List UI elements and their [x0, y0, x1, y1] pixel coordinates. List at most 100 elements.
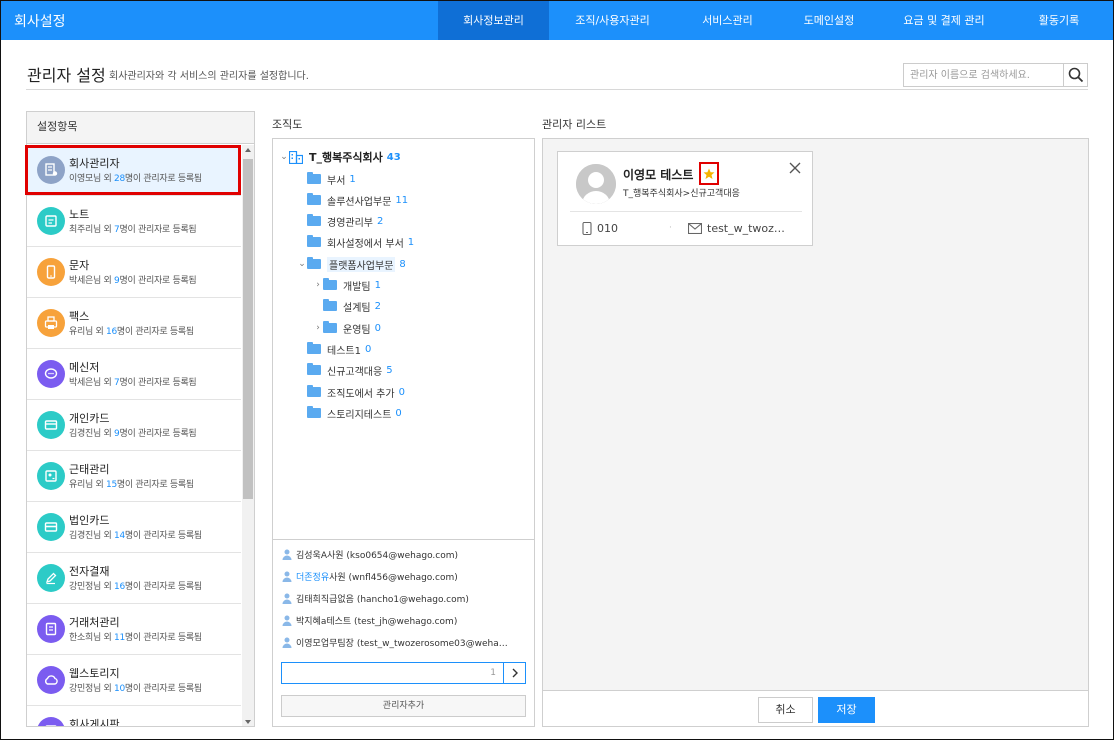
- settings-scrollbar[interactable]: [242, 145, 254, 726]
- settings-item-desc: 김경진님 외 14명이 관리자로 등록됨: [69, 531, 202, 541]
- scroll-up-icon[interactable]: [245, 148, 251, 152]
- building-icon: [289, 150, 303, 164]
- folder-icon: [323, 321, 337, 333]
- settings-item-desc: 강민정님 외 10명이 관리자로 등록됨: [69, 684, 202, 694]
- member-item[interactable]: 박지혜a 테스트 (test_jh@wehago.com): [282, 611, 457, 629]
- settings-item-name: 문자: [69, 259, 90, 272]
- org-node-expanded[interactable]: ⌄ 플랫폼사업부문 8: [297, 254, 406, 274]
- person-icon: [282, 571, 292, 582]
- admin-search-input[interactable]: [904, 64, 1064, 86]
- org-node[interactable]: 설계팀 2: [313, 296, 381, 316]
- org-node[interactable]: 경영관리부 2: [297, 211, 383, 231]
- member-item[interactable]: 이영모 업무팀장 (test_w_twozerosome03@weha…: [282, 633, 508, 651]
- settings-item-name: 법인카드: [69, 514, 110, 527]
- settings-item-desc: 유리님 외 16명이 관리자로 등록됨: [69, 327, 194, 337]
- star-icon: [703, 168, 715, 179]
- nav-org-user[interactable]: 조직/사용자관리: [549, 1, 676, 40]
- settings-item-fax[interactable]: 팩스 유리님 외 16명이 관리자로 등록됨: [27, 298, 241, 349]
- settings-item-webstorage[interactable]: 웹스토리지 강민정님 외 10명이 관리자로 등록됨: [27, 655, 241, 706]
- action-bar: 취소 저장: [543, 690, 1088, 726]
- member-next-button[interactable]: [503, 663, 525, 683]
- member-item[interactable]: 김성욱A 사원 (kso0654@wehago.com): [282, 545, 458, 563]
- folder-icon: [307, 406, 321, 418]
- org-node[interactable]: 회사설정에서 부서 1: [297, 232, 414, 252]
- settings-item-client[interactable]: 거래처관리 한소희님 외 11명이 관리자로 등록됨: [27, 604, 241, 655]
- nav-billing[interactable]: 요금 및 결제 관리: [879, 1, 1009, 40]
- nav-service[interactable]: 서비스관리: [676, 1, 779, 40]
- settings-item-company-admin[interactable]: 회사관리자 이영모님 외 28명이 관리자로 등록됨: [27, 145, 241, 196]
- org-root-name: T_행복주식회사: [309, 151, 383, 164]
- org-root-node[interactable]: ⌄ T_행복주식회사 43: [279, 147, 401, 167]
- default-avatar-icon: [576, 164, 616, 204]
- folder-icon: [307, 214, 321, 226]
- org-node[interactable]: 테스트1 0: [297, 339, 371, 359]
- settings-panel-title: 설정항목: [27, 112, 254, 144]
- page-title: 관리자 설정: [27, 66, 106, 85]
- folder-icon: [323, 278, 337, 290]
- settings-item-name: 메신저: [69, 361, 100, 374]
- person-icon: [282, 549, 292, 560]
- org-node[interactable]: 부서 1: [297, 169, 356, 189]
- nav-domain[interactable]: 도메인설정: [779, 1, 879, 40]
- chevron-right-icon: [512, 668, 518, 678]
- member-page-field[interactable]: [282, 663, 502, 683]
- scrollbar-thumb[interactable]: [243, 159, 253, 499]
- admin-list-title: 관리자 리스트: [542, 118, 607, 131]
- star-highlight[interactable]: [699, 162, 719, 185]
- settings-list: 회사관리자 이영모님 외 28명이 관리자로 등록됨 노트 최주리님 외 7명이…: [27, 145, 241, 726]
- chevron-right-icon[interactable]: ›: [313, 323, 323, 333]
- settings-item-personal-card[interactable]: 개인카드 김경진님 외 9명이 관리자로 등록됨: [27, 400, 241, 451]
- settings-item-corporate-card[interactable]: 법인카드 김경진님 외 14명이 관리자로 등록됨: [27, 502, 241, 553]
- settings-item-name: 개인카드: [69, 412, 110, 425]
- fax-icon: [37, 309, 65, 337]
- board-icon: [37, 717, 65, 726]
- close-icon[interactable]: [788, 161, 802, 175]
- settings-item-board[interactable]: 회사게시판: [27, 706, 241, 726]
- approval-icon: [37, 564, 65, 592]
- admin-email: test_w_twoz…: [688, 222, 785, 235]
- chevron-right-icon[interactable]: ›: [313, 280, 323, 290]
- org-node[interactable]: 솔루션사업부문 11: [297, 190, 408, 210]
- org-node[interactable]: 조직도에서 추가 0: [297, 382, 405, 402]
- add-admin-button[interactable]: 관리자추가: [281, 695, 526, 717]
- settings-item-attendance[interactable]: 근태관리 유리님 외 15명이 관리자로 등록됨: [27, 451, 241, 502]
- nav-activity-log[interactable]: 활동기록: [1009, 1, 1109, 40]
- settings-item-desc: 최주리님 외 7명이 관리자로 등록됨: [69, 225, 197, 235]
- settings-item-sms[interactable]: 문자 박세은님 외 9명이 관리자로 등록됨: [27, 247, 241, 298]
- folder-icon: [307, 172, 321, 184]
- folder-icon: [307, 257, 321, 269]
- org-node[interactable]: 스토리지테스트 0: [297, 403, 402, 423]
- org-root-count: 43: [386, 151, 401, 163]
- separator-dot: ·: [669, 223, 672, 233]
- admin-list-panel: 이영모 테스트 T_행복주식회사>신규고객대응 010 · test_w_two…: [542, 138, 1089, 727]
- messenger-icon: [37, 360, 65, 388]
- folder-icon: [307, 363, 321, 375]
- settings-item-desc: 유리님 외 15명이 관리자로 등록됨: [69, 480, 194, 490]
- client-icon: [37, 615, 65, 643]
- app-title: 회사설정: [14, 14, 66, 30]
- member-item[interactable]: 더존정유 사원 (wnfl456@wehago.com): [282, 567, 458, 585]
- settings-item-name: 웹스토리지: [69, 667, 120, 680]
- chevron-down-icon[interactable]: ⌄: [279, 152, 289, 162]
- settings-item-name: 노트: [69, 208, 90, 221]
- chevron-down-icon[interactable]: ⌄: [297, 259, 307, 269]
- settings-item-messenger[interactable]: 메신저 박세은님 외 7명이 관리자로 등록됨: [27, 349, 241, 400]
- settings-item-note[interactable]: 노트 최주리님 외 7명이 관리자로 등록됨: [27, 196, 241, 247]
- scroll-down-icon[interactable]: [245, 720, 251, 724]
- settings-item-name: 회사관리자: [69, 157, 120, 170]
- cancel-button[interactable]: 취소: [758, 697, 813, 723]
- settings-item-approval[interactable]: 전자결재 강민정님 외 16명이 관리자로 등록됨: [27, 553, 241, 604]
- admin-card: 이영모 테스트 T_행복주식회사>신규고객대응 010 · test_w_two…: [557, 151, 813, 246]
- member-page-input: [281, 662, 526, 684]
- admin-phone: 010: [582, 222, 618, 235]
- nav-company-info[interactable]: 회사정보관리: [438, 1, 549, 40]
- top-bar: 회사설정 회사정보관리 조직/사용자관리 서비스관리 도메인설정 요금 및 결제…: [1, 1, 1113, 40]
- member-item[interactable]: 김태희 직급없음 (hancho1@wehago.com): [282, 589, 469, 607]
- org-node[interactable]: 신규고객대응 5: [297, 360, 393, 380]
- settings-item-name: 근태관리: [69, 463, 110, 476]
- org-node[interactable]: › 개발팀 1: [313, 275, 381, 295]
- org-node[interactable]: › 운영팀 0: [313, 318, 381, 338]
- save-button[interactable]: 저장: [818, 697, 875, 723]
- sms-icon: [37, 258, 65, 286]
- search-button[interactable]: [1063, 64, 1087, 86]
